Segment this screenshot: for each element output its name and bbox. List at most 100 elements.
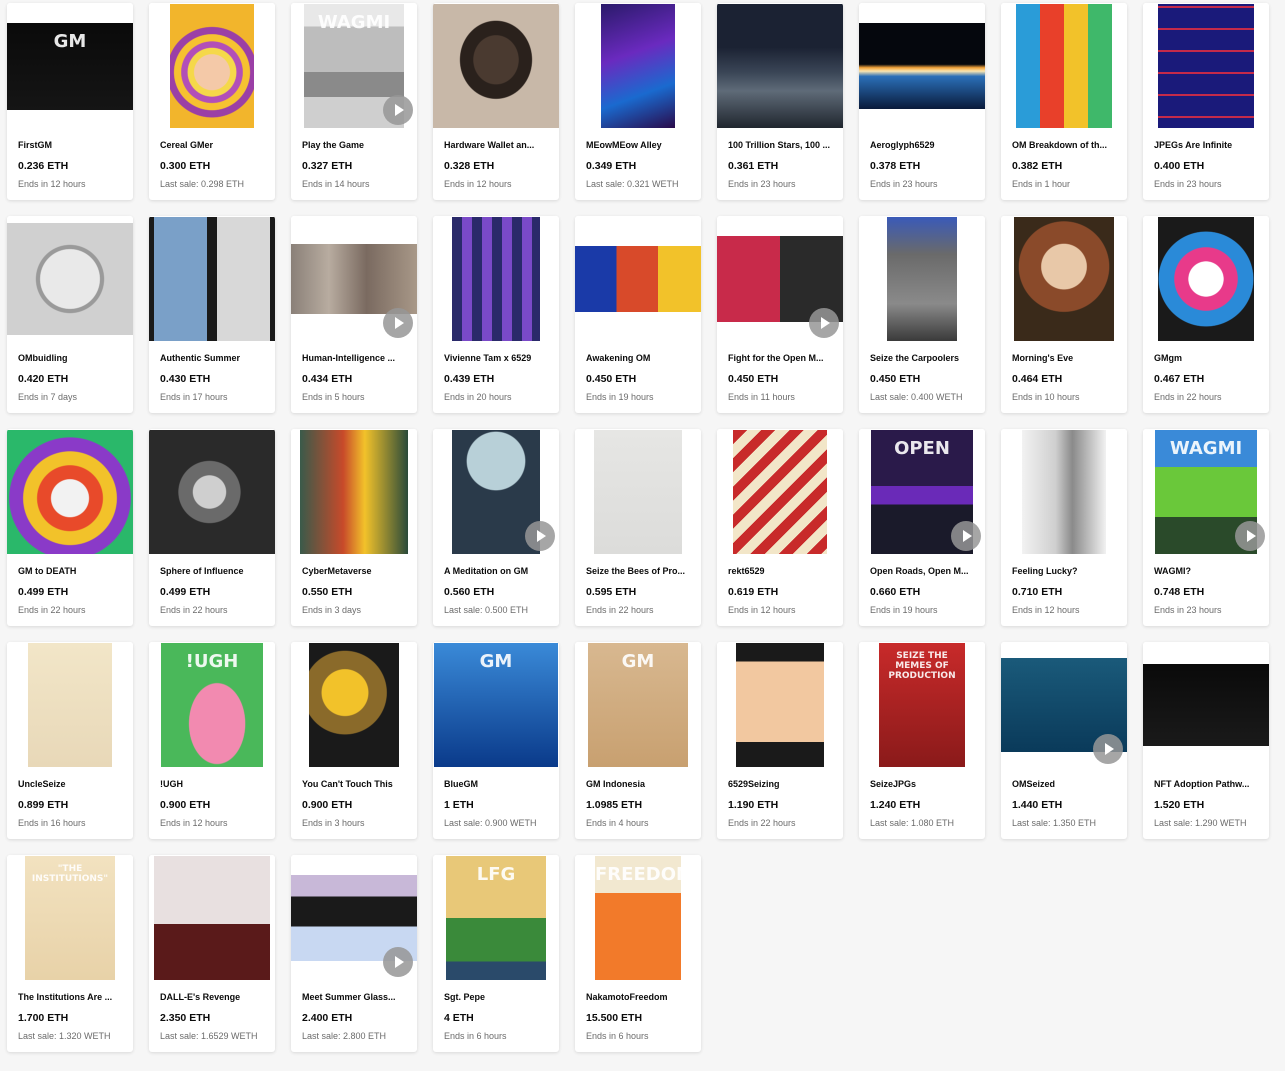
nft-card[interactable]: 6529Seizing 1.190 ETH Ends in 22 hours: [717, 642, 843, 839]
nft-name: 100 Trillion Stars, 100 ...: [728, 140, 831, 150]
thumbnail-area[interactable]: [7, 429, 133, 555]
nft-card[interactable]: OPEN Open Roads, Open M... 0.660 ETH Ends i…: [859, 429, 985, 626]
thumbnail-area[interactable]: [1001, 216, 1127, 342]
thumbnail-area[interactable]: OPEN: [859, 429, 985, 555]
nft-card[interactable]: Authentic Summer 0.430 ETH Ends in 17 hour…: [149, 216, 275, 413]
thumbnail-area[interactable]: [859, 216, 985, 342]
nft-card[interactable]: GM FirstGM 0.236 ETH Ends in 12 hours: [7, 3, 133, 200]
play-icon[interactable]: [809, 308, 839, 338]
nft-card[interactable]: NFT Adoption Pathw... 1.520 ETH Last sale:…: [1143, 642, 1269, 839]
play-icon[interactable]: [383, 947, 413, 977]
nft-card[interactable]: "THE INSTITUTIONS" The Institutions Are .…: [7, 855, 133, 1052]
thumbnail-area[interactable]: [575, 3, 701, 129]
nft-card[interactable]: Feeling Lucky? 0.710 ETH Ends in 12 hours: [1001, 429, 1127, 626]
play-icon[interactable]: [383, 95, 413, 125]
play-icon[interactable]: [525, 521, 555, 551]
nft-card[interactable]: CyberMetaverse 0.550 ETH Ends in 3 days: [291, 429, 417, 626]
nft-card[interactable]: Seize the Bees of Pro... 0.595 ETH Ends in…: [575, 429, 701, 626]
nft-card[interactable]: Cereal GMer 0.300 ETH Last sale: 0.298 ETH: [149, 3, 275, 200]
thumbnail-area[interactable]: [717, 429, 843, 555]
thumbnail-area[interactable]: [291, 216, 417, 342]
nft-status: Ends in 6 hours: [586, 1031, 649, 1041]
thumbnail-area[interactable]: [291, 429, 417, 555]
nft-price: 0.434 ETH: [302, 373, 353, 385]
nft-card[interactable]: Seize the Carpoolers 0.450 ETH Last sale: …: [859, 216, 985, 413]
nft-card[interactable]: Awakening OM 0.450 ETH Ends in 19 hours: [575, 216, 701, 413]
nft-card[interactable]: Sphere of Influence 0.499 ETH Ends in 22 h…: [149, 429, 275, 626]
thumbnail-area[interactable]: [1143, 3, 1269, 129]
thumbnail-area[interactable]: "THE INSTITUTIONS": [7, 855, 133, 981]
nft-card[interactable]: OMSeized 1.440 ETH Last sale: 1.350 ETH: [1001, 642, 1127, 839]
nft-card[interactable]: LFG Sgt. Pepe 4 ETH Ends in 6 hours: [433, 855, 559, 1052]
nft-card[interactable]: WAGMI WAGMI? 0.748 ETH Ends in 23 hours: [1143, 429, 1269, 626]
nft-card[interactable]: !UGH !UGH 0.900 ETH Ends in 12 hours: [149, 642, 275, 839]
thumbnail-area[interactable]: [149, 429, 275, 555]
nft-card[interactable]: OM Breakdown of th... 0.382 ETH Ends in 1 …: [1001, 3, 1127, 200]
thumbnail-area[interactable]: [717, 216, 843, 342]
thumbnail-area[interactable]: [1001, 429, 1127, 555]
thumbnail-area[interactable]: [1001, 642, 1127, 768]
collection-grid: GM FirstGM 0.236 ETH Ends in 12 hours Cereal…: [0, 0, 1285, 1052]
thumbnail-area[interactable]: [291, 642, 417, 768]
nft-price: 0.378 ETH: [870, 160, 921, 172]
nft-card[interactable]: JPEGs Are Infinite 0.400 ETH Ends in 23 ho…: [1143, 3, 1269, 200]
thumbnail-area[interactable]: SEIZE THE MEMES OF PRODUCTION: [859, 642, 985, 768]
thumbnail-area[interactable]: [433, 216, 559, 342]
nft-card[interactable]: Morning's Eve 0.464 ETH Ends in 10 hours: [1001, 216, 1127, 413]
thumbnail-area[interactable]: [575, 429, 701, 555]
thumbnail-area[interactable]: [859, 3, 985, 129]
nft-card[interactable]: WAGMI Play the Game 0.327 ETH Ends in 14 ho…: [291, 3, 417, 200]
nft-image: [149, 430, 275, 554]
nft-card[interactable]: Hardware Wallet an... 0.328 ETH Ends in 12…: [433, 3, 559, 200]
nft-card[interactable]: FREEDOM NakamotoFreedom 15.500 ETH Ends in …: [575, 855, 701, 1052]
thumbnail-area[interactable]: [7, 216, 133, 342]
nft-card[interactable]: A Meditation on GM 0.560 ETH Last sale: 0.…: [433, 429, 559, 626]
thumbnail-area[interactable]: [433, 3, 559, 129]
thumbnail-area[interactable]: [149, 216, 275, 342]
thumbnail-area[interactable]: [717, 642, 843, 768]
nft-card[interactable]: GM GM Indonesia 1.0985 ETH Ends in 4 hours: [575, 642, 701, 839]
nft-card[interactable]: 100 Trillion Stars, 100 ... 0.361 ETH Ends…: [717, 3, 843, 200]
nft-card[interactable]: Vivienne Tam x 6529 0.439 ETH Ends in 20 h…: [433, 216, 559, 413]
nft-price: 0.710 ETH: [1012, 586, 1063, 598]
thumbnail-area[interactable]: GM: [433, 642, 559, 768]
thumbnail-area[interactable]: [7, 642, 133, 768]
thumbnail-area[interactable]: [291, 855, 417, 981]
thumbnail-area[interactable]: FREEDOM: [575, 855, 701, 981]
nft-card[interactable]: GM to DEATH 0.499 ETH Ends in 22 hours: [7, 429, 133, 626]
nft-card[interactable]: DALL-E's Revenge 2.350 ETH Last sale: 1.65…: [149, 855, 275, 1052]
play-icon[interactable]: [1235, 521, 1265, 551]
thumbnail-area[interactable]: [1143, 216, 1269, 342]
thumbnail-area[interactable]: [149, 855, 275, 981]
play-icon[interactable]: [383, 308, 413, 338]
thumbnail-area[interactable]: [149, 3, 275, 129]
thumbnail-area[interactable]: [575, 216, 701, 342]
nft-card[interactable]: You Can't Touch This 0.900 ETH Ends in 3 h…: [291, 642, 417, 839]
nft-card[interactable]: GM BlueGM 1 ETH Last sale: 0.900 WETH: [433, 642, 559, 839]
thumbnail-area[interactable]: [1143, 642, 1269, 768]
thumbnail-area[interactable]: WAGMI: [1143, 429, 1269, 555]
nft-card[interactable]: UncleSeize 0.899 ETH Ends in 16 hours: [7, 642, 133, 839]
nft-card[interactable]: Fight for the Open M... 0.450 ETH Ends in …: [717, 216, 843, 413]
thumbnail-area[interactable]: LFG: [433, 855, 559, 981]
nft-card[interactable]: Meet Summer Glass... 2.400 ETH Last sale: …: [291, 855, 417, 1052]
thumbnail-area[interactable]: [717, 3, 843, 129]
thumbnail-area[interactable]: [433, 429, 559, 555]
thumbnail-area[interactable]: GM: [575, 642, 701, 768]
nft-image-text: !UGH: [185, 651, 239, 672]
nft-card[interactable]: Aeroglyph6529 0.378 ETH Ends in 23 hours: [859, 3, 985, 200]
play-icon[interactable]: [951, 521, 981, 551]
nft-card[interactable]: Human-Intelligence ... 0.434 ETH Ends in 5…: [291, 216, 417, 413]
nft-card[interactable]: OMbuidling 0.420 ETH Ends in 7 days: [7, 216, 133, 413]
nft-card[interactable]: GMgm 0.467 ETH Ends in 22 hours: [1143, 216, 1269, 413]
play-icon[interactable]: [1093, 734, 1123, 764]
nft-card[interactable]: rekt6529 0.619 ETH Ends in 12 hours: [717, 429, 843, 626]
nft-card[interactable]: MEowMEow Alley 0.349 ETH Last sale: 0.321 …: [575, 3, 701, 200]
nft-status: Last sale: 1.350 ETH: [1012, 818, 1097, 828]
thumbnail-area[interactable]: !UGH: [149, 642, 275, 768]
thumbnail-area[interactable]: [1001, 3, 1127, 129]
nft-card[interactable]: SEIZE THE MEMES OF PRODUCTION SeizeJPGs 1.…: [859, 642, 985, 839]
nft-image: "THE INSTITUTIONS": [25, 856, 115, 980]
thumbnail-area[interactable]: WAGMI: [291, 3, 417, 129]
thumbnail-area[interactable]: GM: [7, 3, 133, 129]
